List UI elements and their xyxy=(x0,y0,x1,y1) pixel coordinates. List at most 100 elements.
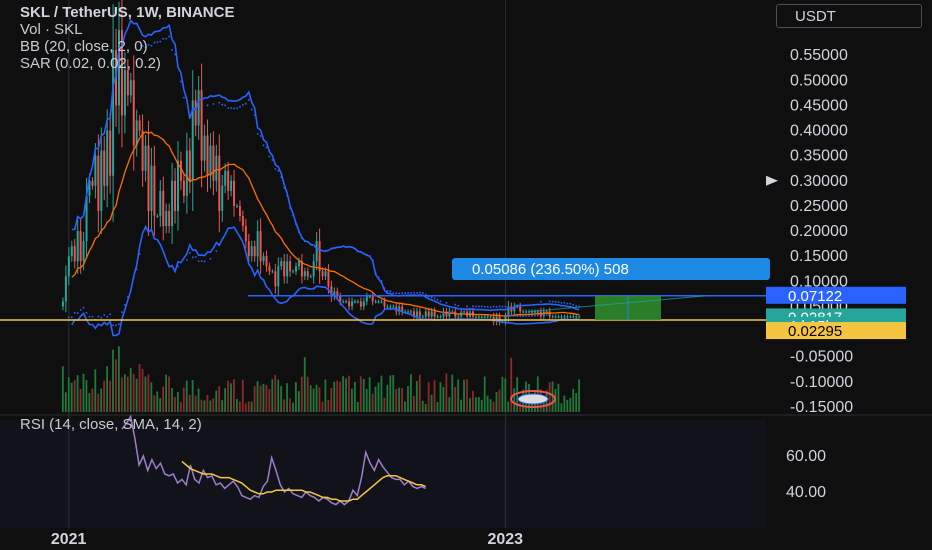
volume-bar xyxy=(474,397,477,412)
price-chart[interactable]: 0.05086 (236.50%) 508 0.55000 0.50000 0.450… xyxy=(0,0,932,550)
sar-dot xyxy=(221,103,224,106)
sar-dot xyxy=(286,194,288,197)
candle-body xyxy=(168,210,171,227)
volume-bar xyxy=(61,366,64,412)
candle-body xyxy=(345,301,348,303)
rsi-legend[interactable]: RSI (14, close, SMA, 14, 2) xyxy=(20,416,202,433)
sar-dot xyxy=(304,240,306,243)
sar-dot xyxy=(469,311,471,314)
volume-bar xyxy=(354,381,356,412)
sar-dot xyxy=(236,107,238,110)
sar-dot xyxy=(504,305,507,308)
volume-bar xyxy=(413,395,415,412)
sar-dot xyxy=(419,291,421,294)
candle-body xyxy=(106,130,109,186)
volume-bar xyxy=(569,398,572,412)
volume-bar xyxy=(97,393,100,412)
bb-legend[interactable]: BB (20, close, 2, 0) xyxy=(20,38,234,55)
volume-bar xyxy=(215,390,218,412)
candle-body xyxy=(212,145,215,181)
volume-bar xyxy=(156,391,159,412)
volume-legend[interactable]: Vol · SKL xyxy=(20,21,234,38)
candle-body xyxy=(321,271,324,277)
volume-bar xyxy=(262,383,265,412)
sar-dot xyxy=(463,311,465,314)
volume-bar xyxy=(106,366,108,412)
candle-body xyxy=(76,231,79,262)
candle-body xyxy=(194,100,197,126)
candle-body xyxy=(430,311,433,317)
volume-bar xyxy=(448,397,451,412)
sar-dot xyxy=(73,312,76,314)
sar-dot xyxy=(554,300,557,303)
sar-dot xyxy=(200,260,203,262)
volume-bar xyxy=(100,388,103,412)
volume-bar xyxy=(253,386,256,412)
volume-bar xyxy=(510,357,513,412)
candle-body xyxy=(91,180,94,186)
sar-legend[interactable]: SAR (0.02, 0.02, 0.2) xyxy=(20,55,234,72)
volume-bar xyxy=(427,382,430,412)
volume-bar xyxy=(94,369,97,412)
volume-bar xyxy=(230,383,232,412)
volume-bar xyxy=(463,379,465,412)
sar-dot xyxy=(548,300,551,303)
candle-body xyxy=(236,205,238,207)
candle-body xyxy=(224,170,227,186)
sar-dot xyxy=(292,214,294,217)
volume-bar xyxy=(557,383,560,412)
sar-dot xyxy=(233,107,235,110)
candle-body xyxy=(410,311,413,313)
candle-body xyxy=(569,316,572,318)
sar-dot xyxy=(374,272,377,274)
sar-dot xyxy=(466,305,468,307)
volume-bar xyxy=(185,380,188,412)
volume-bar xyxy=(480,399,483,412)
sar-dot xyxy=(183,96,185,99)
volume-bar xyxy=(495,392,498,412)
candle-body xyxy=(303,271,306,277)
candle-body xyxy=(295,266,297,272)
candle-body xyxy=(392,306,395,308)
candle-body xyxy=(365,296,368,302)
volume-bar xyxy=(259,385,262,412)
time-tick-label: 2021 xyxy=(51,531,87,548)
volume-bar xyxy=(85,380,88,412)
volume-bar xyxy=(280,386,283,412)
volume-bar xyxy=(233,379,235,412)
volume-bar xyxy=(203,400,206,412)
volume-bar xyxy=(492,401,495,412)
candle-body xyxy=(545,311,548,313)
sar-dot xyxy=(312,287,315,289)
candle-body xyxy=(73,246,76,262)
price-tick-label: 0.40000 xyxy=(790,123,848,140)
price-badge-label: 0.02295 xyxy=(788,323,842,340)
sar-dot xyxy=(445,301,448,304)
sar-dot xyxy=(377,276,380,279)
sar-dot xyxy=(569,302,572,305)
price-tick-label: 0.35000 xyxy=(790,148,848,165)
volume-bar xyxy=(206,394,209,412)
price-tick-label: 0.20000 xyxy=(790,223,848,240)
candle-body xyxy=(563,316,566,318)
volume-bar xyxy=(472,390,474,412)
sar-dot xyxy=(209,257,212,260)
candle-body xyxy=(64,276,67,302)
candle-body xyxy=(374,301,377,303)
volume-bar xyxy=(504,378,507,412)
sar-dot xyxy=(197,260,200,263)
measure-label: 0.05086 (236.50%) 508 xyxy=(472,261,629,278)
candle-body xyxy=(371,296,374,302)
candle-body xyxy=(244,226,247,242)
candle-body xyxy=(277,266,280,287)
sar-dot xyxy=(132,277,135,279)
currency-button[interactable]: USDT xyxy=(776,4,922,28)
sar-dot xyxy=(457,305,460,307)
symbol-title[interactable]: SKL / TetherUS, 1W, BINANCE xyxy=(20,4,234,21)
candle-body xyxy=(61,301,64,307)
volume-bar xyxy=(188,394,191,412)
volume-bar xyxy=(430,394,433,412)
volume-bar xyxy=(241,379,244,412)
volume-bar xyxy=(519,402,521,412)
volume-bar xyxy=(147,374,150,412)
